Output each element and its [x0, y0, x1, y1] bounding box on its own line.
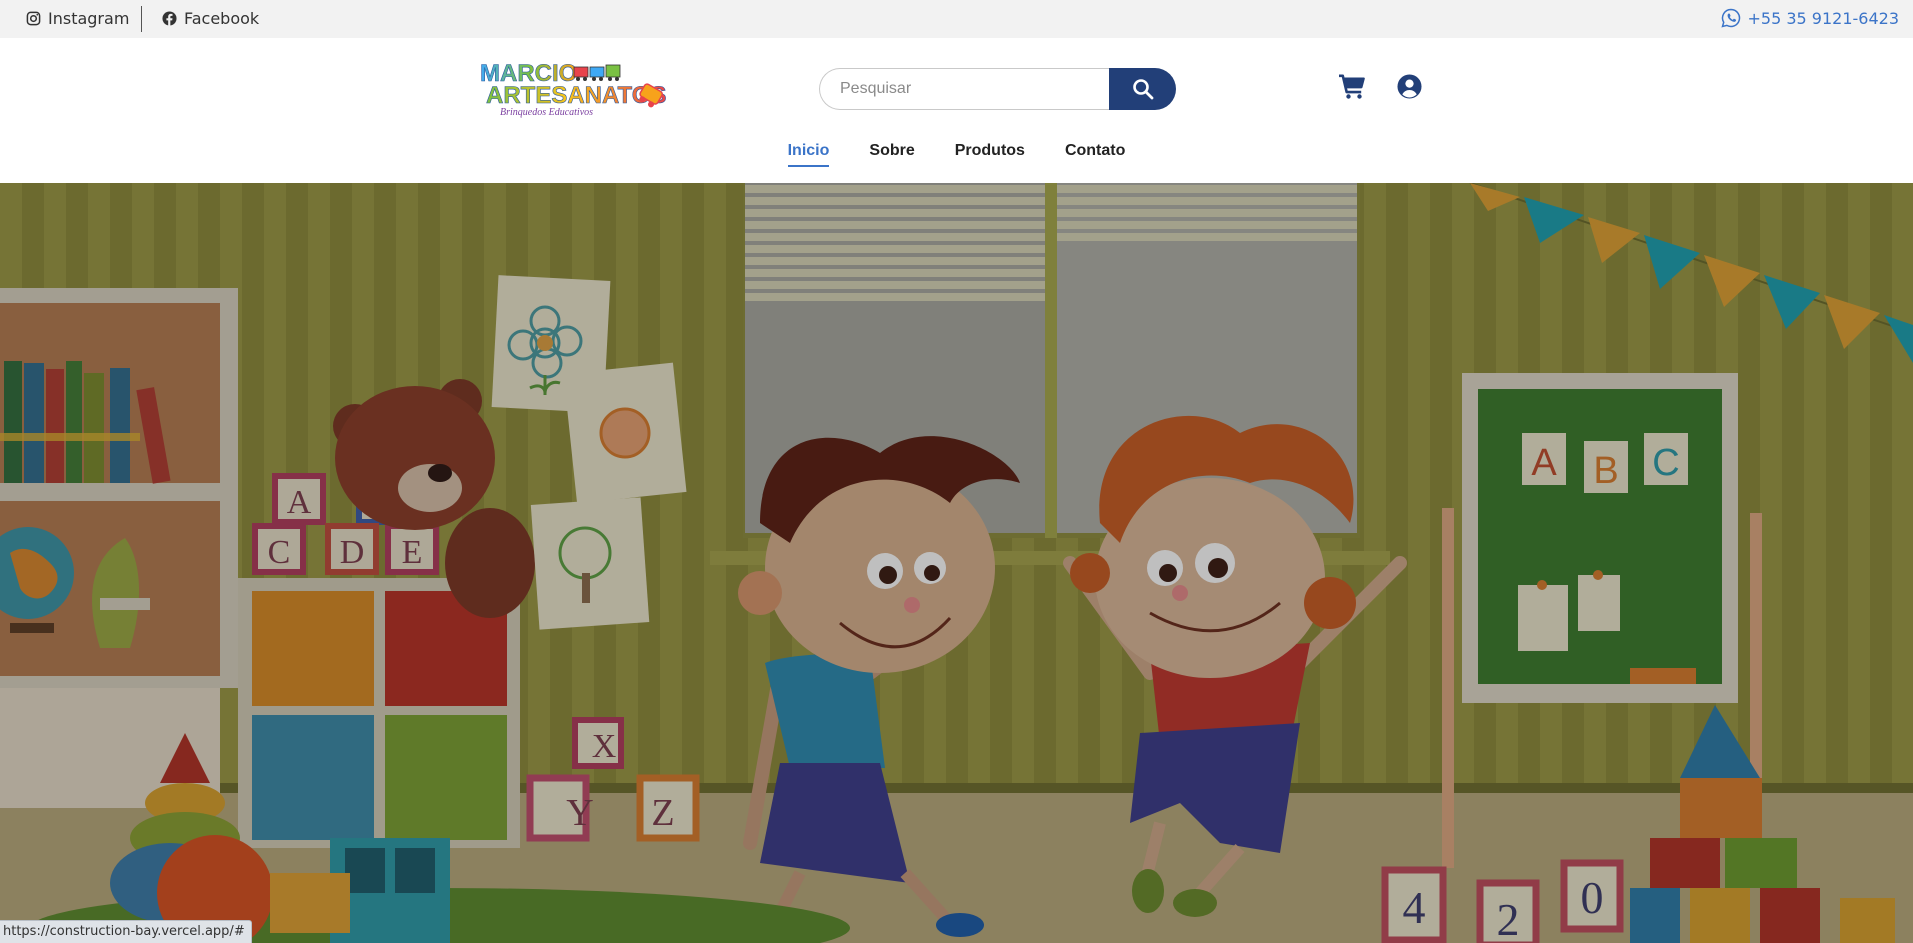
svg-text:Brinquedos Educativos: Brinquedos Educativos	[500, 107, 593, 118]
browser-status-bar: https://construction-bay.vercel.app/#	[0, 920, 252, 943]
main-nav: Inicio Sobre Produtos Contato	[0, 140, 1913, 167]
search-form	[819, 68, 1176, 110]
search-icon	[1132, 79, 1153, 100]
hero-banner: A B C D E	[0, 183, 1913, 943]
user-circle-icon[interactable]	[1397, 74, 1422, 99]
shopping-cart-icon[interactable]	[1338, 72, 1366, 100]
marcio-artesanatos-logo: MARCIO ARTESANATOS Brinquedos Educativos	[480, 60, 667, 118]
divider	[141, 6, 142, 32]
nav-item-sobre[interactable]: Sobre	[849, 140, 934, 162]
phone-number: +55 35 9121-6423	[1747, 8, 1899, 28]
top-bar: Instagram Facebook +55 35 9121-6423	[0, 0, 1913, 38]
facebook-label: Facebook	[184, 9, 260, 28]
instagram-label: Instagram	[48, 9, 130, 28]
svg-text:ARTESANATOS: ARTESANATOS	[486, 82, 666, 109]
search-input[interactable]	[819, 68, 1109, 110]
whatsapp-phone-link[interactable]: +55 35 9121-6423	[1721, 8, 1899, 28]
search-button[interactable]	[1109, 68, 1176, 110]
nav-item-contato[interactable]: Contato	[1045, 140, 1145, 162]
whatsapp-icon	[1721, 8, 1741, 28]
nav-item-produtos[interactable]: Produtos	[935, 140, 1045, 162]
instagram-link[interactable]: Instagram	[26, 9, 129, 28]
kids-playroom-illustration: A B C D E	[0, 183, 1913, 943]
instagram-icon	[26, 11, 41, 26]
nav-item-inicio[interactable]: Inicio	[768, 140, 850, 167]
facebook-link[interactable]: Facebook	[162, 9, 259, 28]
facebook-icon	[162, 11, 177, 26]
